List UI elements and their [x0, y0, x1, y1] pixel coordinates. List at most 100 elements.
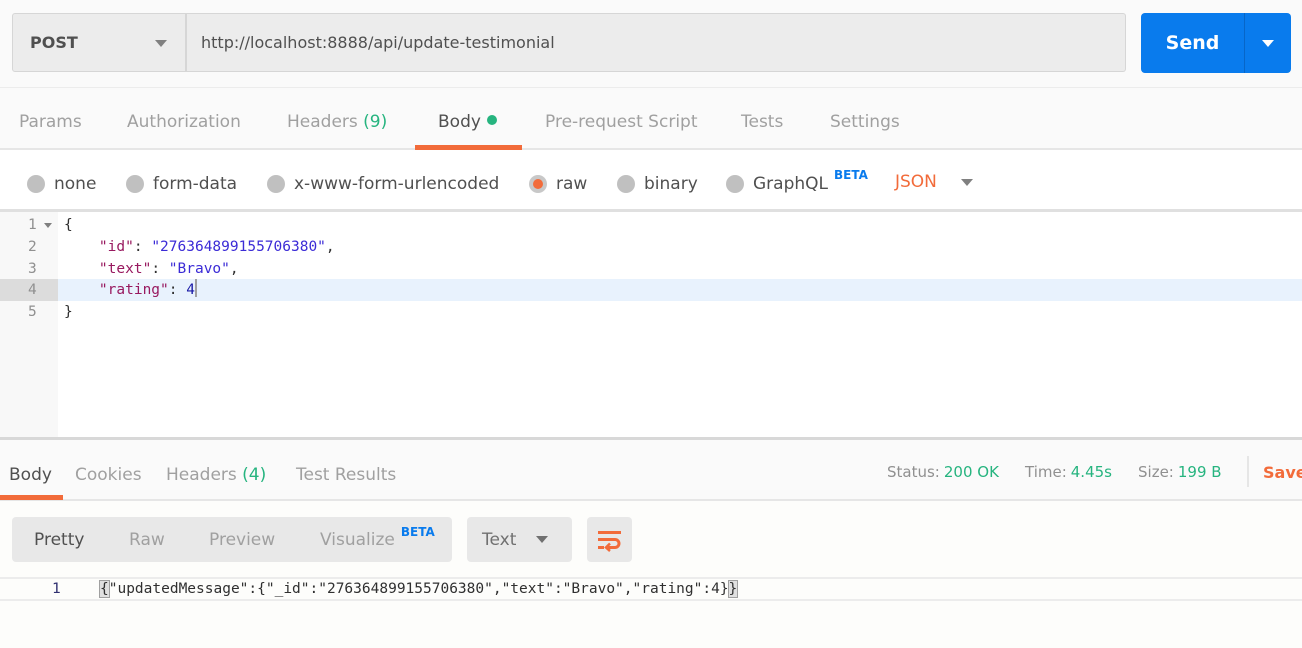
request-body-editor[interactable]: 1 { 2 "id": "276364899155706380", 3 "tex…: [0, 212, 1302, 437]
divider: [1247, 456, 1249, 487]
json-number-value: 4: [186, 282, 195, 298]
json-key: "rating": [98, 282, 169, 298]
radio-circle-icon: [27, 175, 45, 193]
response-body-panel: Pretty Raw Preview Visualize BETA Text 1 …: [0, 501, 1302, 648]
time-label: Time:: [1025, 463, 1067, 481]
line-number: 5: [28, 304, 37, 320]
matched-bracket: {: [99, 580, 110, 598]
view-mode-preview[interactable]: Preview: [209, 530, 275, 550]
response-size: Size: 199 B: [1138, 463, 1222, 481]
view-mode-raw[interactable]: Raw: [129, 530, 165, 550]
editor-line: 3 "text": "Bravo",: [0, 258, 1302, 280]
code-text: }: [64, 304, 73, 320]
code-text: "id": "276364899155706380",: [98, 239, 335, 255]
tab-tests[interactable]: Tests: [741, 112, 783, 132]
radio-circle-icon: [126, 175, 144, 193]
response-status: Status: 200 OK: [887, 463, 999, 481]
json-punct: ,: [229, 261, 239, 277]
request-tabs: Params Authorization Headers (9) Body Pr…: [0, 88, 1302, 150]
radio-label: x-www-form-urlencoded: [294, 174, 500, 194]
code-text: "rating": 4: [64, 279, 197, 301]
radio-none[interactable]: none: [27, 174, 96, 194]
tab-label: Cookies: [75, 465, 142, 485]
tab-params[interactable]: Params: [19, 112, 82, 132]
radio-checked-icon: [529, 175, 547, 193]
editor-line: 2 "id": "276364899155706380",: [0, 236, 1302, 258]
view-mode-label: Visualize: [320, 530, 395, 550]
view-mode-visualize[interactable]: Visualize BETA: [320, 525, 435, 550]
tab-label: Params: [19, 112, 82, 132]
time-value[interactable]: 4.45s: [1071, 463, 1112, 481]
response-tabs: Body Cookies Headers (4) Test Results St…: [0, 437, 1302, 501]
response-tab-cookies[interactable]: Cookies: [75, 465, 142, 485]
tab-label: Headers: [166, 465, 237, 485]
text-cursor: [194, 279, 197, 297]
code-text: {: [64, 217, 73, 233]
tab-pre-request-script[interactable]: Pre-request Script: [545, 112, 698, 132]
response-tab-body[interactable]: Body: [9, 465, 52, 485]
request-url-bar: POST http://localhost:8888/api/update-te…: [0, 0, 1302, 88]
body-type-selector: none form-data x-www-form-urlencoded raw…: [0, 150, 1302, 212]
json-string-value: "Bravo": [168, 261, 230, 277]
beta-badge: BETA: [400, 525, 435, 539]
radio-label: GraphQL: [753, 174, 828, 194]
headers-count: (4): [242, 465, 267, 485]
chevron-down-icon: [960, 178, 973, 186]
tab-label: Body: [9, 465, 52, 485]
radio-label: binary: [644, 174, 698, 194]
editor-line-active: 4 "rating": 4: [0, 279, 1302, 301]
view-mode-tabs: Pretty Raw Preview Visualize BETA: [12, 517, 452, 562]
line-number: 1: [52, 581, 61, 597]
radio-raw[interactable]: raw: [529, 174, 587, 194]
method-label: POST: [30, 33, 78, 52]
line-number: 4: [0, 279, 58, 301]
chevron-down-icon: [155, 40, 167, 47]
method-select[interactable]: POST: [12, 13, 187, 72]
line-number: 3: [28, 261, 37, 277]
response-code[interactable]: {"updatedMessage":{"_id":"27636489915570…: [99, 579, 739, 599]
json-key: "text": [98, 261, 152, 277]
headers-count: (9): [363, 112, 388, 132]
status-value[interactable]: 200 OK: [944, 463, 999, 481]
radio-circle-icon: [726, 175, 744, 193]
view-mode-pretty[interactable]: Pretty: [34, 530, 84, 550]
chevron-down-icon: [536, 536, 549, 543]
tab-settings[interactable]: Settings: [830, 112, 900, 132]
body-format-select[interactable]: JSON: [895, 172, 973, 192]
url-input[interactable]: http://localhost:8888/api/update-testimo…: [187, 13, 1126, 72]
radio-form-data[interactable]: form-data: [126, 174, 237, 194]
fold-arrow-icon[interactable]: [44, 223, 52, 228]
tab-authorization[interactable]: Authorization: [127, 112, 241, 132]
tab-body[interactable]: Body: [438, 112, 497, 132]
wrap-lines-icon: [597, 530, 621, 552]
matched-bracket: }: [727, 580, 739, 598]
radio-binary[interactable]: binary: [617, 174, 698, 194]
response-format-value: Text: [482, 529, 517, 550]
response-format-select[interactable]: Text: [467, 517, 572, 562]
wrap-lines-button[interactable]: [587, 517, 632, 562]
radio-graphql[interactable]: GraphQL BETA: [726, 168, 868, 194]
tab-headers[interactable]: Headers (9): [287, 112, 387, 132]
send-options-button[interactable]: [1244, 13, 1291, 73]
response-time: Time: 4.45s: [1025, 463, 1112, 481]
send-button[interactable]: Send: [1141, 13, 1244, 73]
beta-badge: BETA: [834, 168, 868, 182]
radio-label: raw: [556, 174, 588, 194]
radio-x-www-form-urlencoded[interactable]: x-www-form-urlencoded: [267, 174, 499, 194]
send-button-group: Send: [1141, 13, 1291, 73]
chevron-down-icon: [1262, 39, 1274, 47]
line-number: 2: [28, 239, 37, 255]
size-value[interactable]: 199 B: [1178, 463, 1222, 481]
response-tab-test-results[interactable]: Test Results: [296, 465, 396, 485]
tab-label: Test Results: [296, 465, 397, 485]
tab-label: Pre-request Script: [545, 112, 698, 132]
editor-line: 5 }: [0, 301, 1302, 323]
url-value: http://localhost:8888/api/update-testimo…: [201, 33, 555, 52]
response-tab-headers[interactable]: Headers (4): [166, 465, 266, 485]
editor-line: 1 {: [0, 214, 1302, 236]
save-response-button[interactable]: Save: [1263, 463, 1302, 482]
radio-circle-icon: [617, 175, 635, 193]
json-key: "id": [98, 239, 134, 255]
active-tab-indicator: [0, 495, 63, 500]
tab-label: Body: [438, 112, 481, 132]
